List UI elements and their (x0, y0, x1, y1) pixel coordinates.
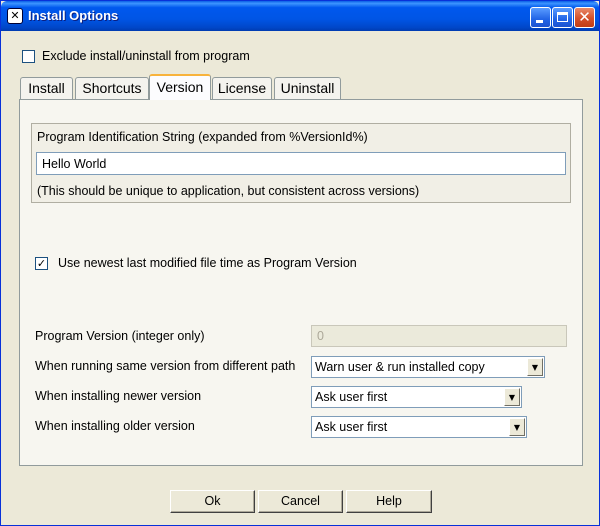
tab-version[interactable]: Version (149, 74, 211, 100)
chevron-down-icon[interactable]: ▼ (504, 388, 520, 406)
program-id-input[interactable] (36, 152, 566, 175)
minimize-button[interactable] (530, 7, 551, 28)
newer-version-value: Ask user first (315, 390, 388, 404)
tab-uninstall[interactable]: Uninstall (274, 77, 341, 99)
newer-version-label: When installing newer version (35, 389, 202, 403)
tab-shortcuts[interactable]: Shortcuts (75, 77, 149, 99)
same-version-select[interactable]: Warn user & run installed copy ▼ (311, 356, 545, 378)
chevron-down-icon[interactable]: ▼ (527, 358, 543, 376)
cancel-button[interactable]: Cancel (258, 490, 343, 513)
tab-license[interactable]: License (212, 77, 272, 99)
newer-version-select[interactable]: Ask user first ▼ (311, 386, 522, 408)
exclude-label: Exclude install/uninstall from program (42, 49, 250, 63)
program-version-input[interactable] (311, 325, 567, 347)
ok-button[interactable]: Ok (170, 490, 255, 513)
same-version-label: When running same version from different… (35, 359, 296, 373)
same-version-value: Warn user & run installed copy (315, 360, 485, 374)
program-id-label: Program Identification String (expanded … (37, 130, 368, 144)
title-bar[interactable]: ✕ Install Options ✕ (1, 1, 599, 31)
chevron-down-icon[interactable]: ▼ (509, 418, 525, 436)
window-title: Install Options (28, 8, 119, 23)
tab-install[interactable]: Install (20, 77, 73, 99)
close-icon: ✕ (578, 8, 591, 26)
older-version-select[interactable]: Ask user first ▼ (311, 416, 527, 438)
maximize-button[interactable] (552, 7, 573, 28)
install-options-dialog: ✕ Install Options ✕ Exclude install/unin… (0, 0, 600, 526)
older-version-value: Ask user first (315, 420, 388, 434)
exclude-checkbox[interactable] (22, 50, 35, 63)
minimize-icon (536, 20, 543, 23)
help-button[interactable]: Help (346, 490, 432, 513)
close-button[interactable]: ✕ (574, 7, 595, 28)
program-id-note: (This should be unique to application, b… (37, 184, 420, 198)
older-version-label: When installing older version (35, 419, 195, 433)
app-icon: ✕ (7, 8, 23, 24)
use-newest-checkbox[interactable]: ✓ (35, 257, 48, 270)
program-version-label: Program Version (integer only) (35, 329, 205, 343)
maximize-icon (557, 12, 568, 22)
use-newest-label: Use newest last modified file time as Pr… (58, 256, 357, 270)
